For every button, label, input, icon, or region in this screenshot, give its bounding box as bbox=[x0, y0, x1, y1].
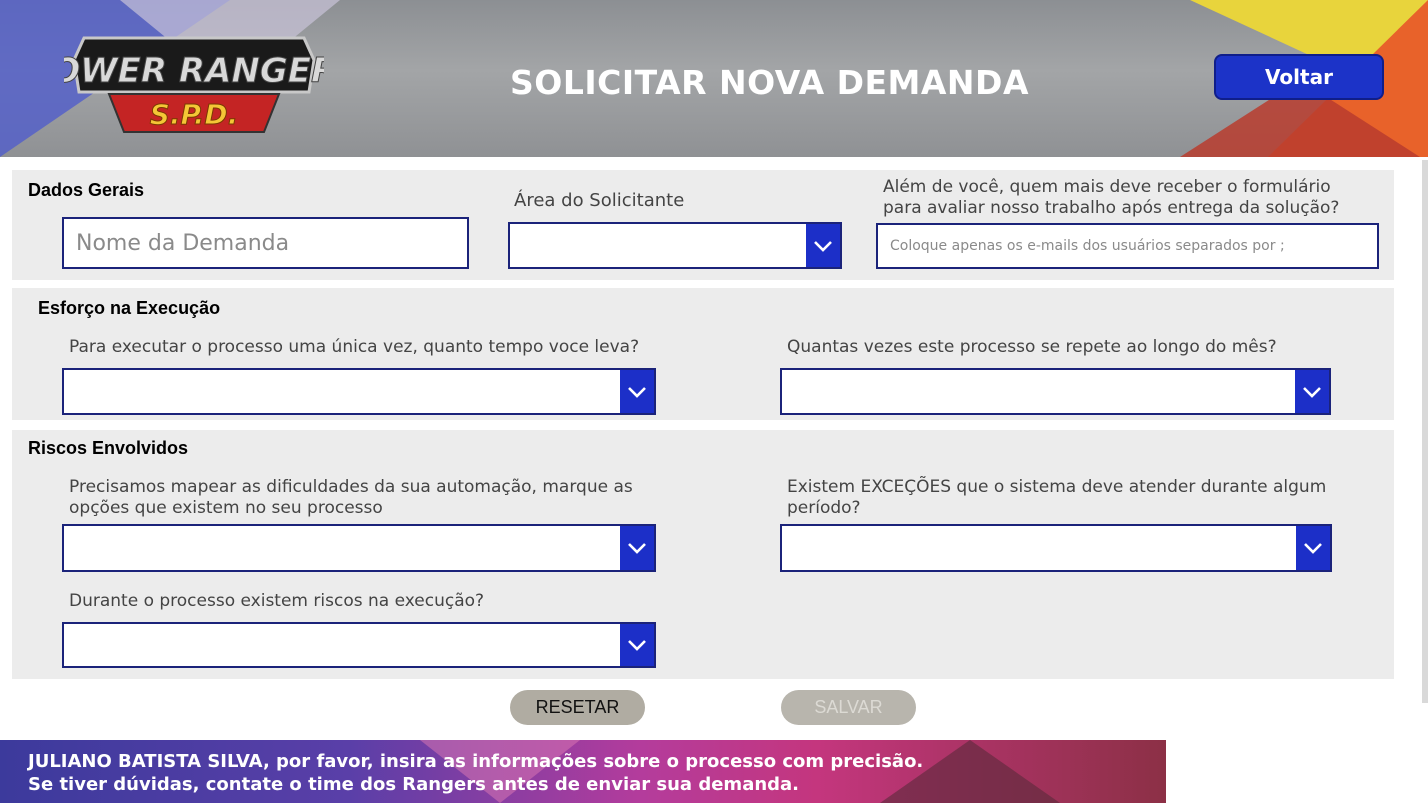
chevron-down-icon[interactable] bbox=[1296, 526, 1330, 570]
section-title-risks: Riscos Envolvidos bbox=[28, 438, 189, 458]
time-label: Para executar o processo uma única vez, … bbox=[69, 337, 640, 357]
area-dropdown[interactable] bbox=[508, 222, 842, 269]
area-label: Área do Solicitante bbox=[514, 190, 685, 211]
power-rangers-logo: POWER RANGERS S.P.D. bbox=[26, 20, 362, 138]
exceptions-dropdown[interactable] bbox=[780, 524, 1332, 572]
recipients-placeholder: Coloque apenas os e-mails dos usuários s… bbox=[890, 238, 1285, 254]
svg-text:S.P.D.: S.P.D. bbox=[150, 98, 239, 131]
execution-risk-dropdown[interactable] bbox=[62, 622, 656, 668]
svg-text:POWER RANGERS: POWER RANGERS bbox=[64, 51, 324, 91]
execution-risk-label: Durante o processo existem riscos na exe… bbox=[69, 591, 485, 611]
recipients-label: Além de você, quem mais deve receber o f… bbox=[883, 177, 1340, 218]
chevron-down-icon[interactable] bbox=[806, 224, 840, 267]
chevron-down-icon[interactable] bbox=[620, 526, 654, 570]
difficulties-dropdown[interactable] bbox=[62, 524, 656, 572]
section-title-effort: Esforço na Execução bbox=[38, 298, 221, 318]
demand-name-input[interactable]: Nome da Demanda bbox=[62, 217, 469, 269]
footer-message: JULIANO BATISTA SILVA, por favor, insira… bbox=[28, 750, 923, 796]
demand-name-placeholder: Nome da Demanda bbox=[76, 230, 290, 256]
chevron-down-icon[interactable] bbox=[620, 370, 654, 413]
back-button[interactable]: Voltar bbox=[1214, 54, 1384, 100]
footer-line-2: Se tiver dúvidas, contate o time dos Ran… bbox=[28, 774, 800, 795]
section-title-general: Dados Gerais bbox=[28, 180, 145, 200]
frequency-dropdown[interactable] bbox=[780, 368, 1331, 415]
chevron-down-icon[interactable] bbox=[1295, 370, 1329, 413]
exceptions-label: Existem EXCEÇÕES que o sistema deve aten… bbox=[787, 477, 1327, 518]
save-button[interactable]: SALVAR bbox=[781, 690, 916, 725]
difficulties-label: Precisamos mapear as dificuldades da sua… bbox=[69, 477, 633, 518]
page-title: SOLICITAR NOVA DEMANDA bbox=[510, 63, 1029, 102]
footer-line-1: JULIANO BATISTA SILVA, por favor, insira… bbox=[28, 751, 924, 772]
vertical-scrollbar[interactable] bbox=[1422, 160, 1428, 703]
reset-button[interactable]: RESETAR bbox=[510, 690, 645, 725]
recipients-email-input[interactable]: Coloque apenas os e-mails dos usuários s… bbox=[876, 223, 1379, 269]
time-dropdown[interactable] bbox=[62, 368, 656, 415]
frequency-label: Quantas vezes este processo se repete ao… bbox=[787, 337, 1277, 357]
chevron-down-icon[interactable] bbox=[620, 624, 654, 666]
